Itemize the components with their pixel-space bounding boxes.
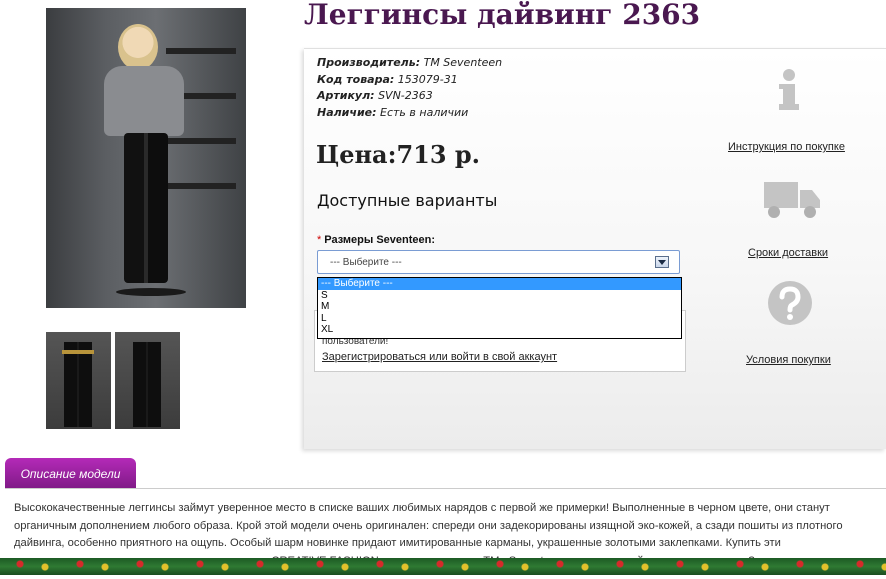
register-login-link[interactable]: Зарегистрироваться или войти в свой акка… bbox=[322, 351, 557, 363]
size-option[interactable]: S bbox=[318, 290, 681, 302]
size-select[interactable]: --- Выберите --- bbox=[317, 250, 680, 274]
description-line: органичным дополнением любого образа. Кр… bbox=[14, 519, 843, 532]
meta-value: SVN-2363 bbox=[378, 89, 433, 102]
size-option[interactable]: XL bbox=[318, 324, 681, 336]
meta-product-code: Код товара: 153079-31 bbox=[317, 72, 502, 89]
product-thumbnail-2[interactable] bbox=[115, 332, 180, 429]
stair-step bbox=[166, 138, 236, 144]
product-meta: Производитель: TM Seventeen Код товара: … bbox=[317, 55, 502, 121]
holiday-garland bbox=[0, 558, 886, 575]
stair-step bbox=[166, 48, 236, 54]
model-shadow bbox=[116, 288, 186, 296]
meta-value: Есть в наличии bbox=[380, 105, 469, 119]
model-leggings bbox=[124, 133, 168, 283]
size-option[interactable]: --- Выберите --- bbox=[318, 278, 681, 290]
thumb-belt bbox=[62, 350, 94, 354]
meta-value: TM Seventeen bbox=[423, 56, 503, 69]
instruction-link[interactable]: Инструкция по покупке bbox=[728, 141, 845, 153]
product-main-image[interactable] bbox=[46, 8, 246, 308]
thumb-leggings bbox=[64, 342, 92, 427]
meta-label: Код товара: bbox=[317, 72, 395, 86]
model-head bbox=[118, 24, 158, 70]
stair-step bbox=[166, 183, 236, 189]
meta-manufacturer: Производитель: TM Seventeen bbox=[317, 55, 502, 72]
meta-label: Производитель: bbox=[317, 56, 421, 69]
size-option[interactable]: L bbox=[318, 313, 681, 325]
product-thumbnail-1[interactable] bbox=[46, 332, 111, 429]
description-line: Высококачественные леггинсы займут увере… bbox=[14, 502, 830, 514]
size-option[interactable]: M bbox=[318, 301, 681, 313]
truck-icon bbox=[764, 182, 820, 218]
size-dropdown-list[interactable]: --- Выберите --- S M L XL bbox=[317, 277, 682, 339]
thumb-leggings bbox=[133, 342, 161, 427]
delivery-link[interactable]: Сроки доставки bbox=[748, 247, 828, 259]
conditions-link[interactable]: Условия покупки bbox=[746, 354, 831, 366]
description-line: дайвинга, особенно приятного на ощупь. О… bbox=[14, 537, 781, 549]
tab-description[interactable]: Описание модели bbox=[5, 458, 136, 489]
model-sweater bbox=[104, 66, 184, 136]
required-mark: * bbox=[317, 234, 322, 246]
meta-label: Наличие: bbox=[317, 105, 377, 119]
product-price: Цена:713 р. bbox=[316, 140, 481, 169]
size-label: * Размеры Seventeen: bbox=[317, 234, 435, 246]
meta-availability: Наличие: Есть в наличии bbox=[317, 105, 502, 122]
size-label-text: Размеры Seventeen: bbox=[324, 234, 436, 246]
meta-label: Артикул: bbox=[317, 89, 375, 102]
variants-heading: Доступные варианты bbox=[317, 191, 498, 210]
question-icon bbox=[768, 281, 812, 325]
size-select-value: --- Выберите --- bbox=[330, 257, 402, 268]
info-icon bbox=[779, 69, 799, 110]
chevron-down-icon[interactable] bbox=[655, 256, 669, 268]
product-title: Леггинсы дайвинг 2363 bbox=[304, 0, 701, 31]
meta-value: 153079-31 bbox=[397, 72, 458, 86]
meta-article: Артикул: SVN-2363 bbox=[317, 88, 502, 105]
